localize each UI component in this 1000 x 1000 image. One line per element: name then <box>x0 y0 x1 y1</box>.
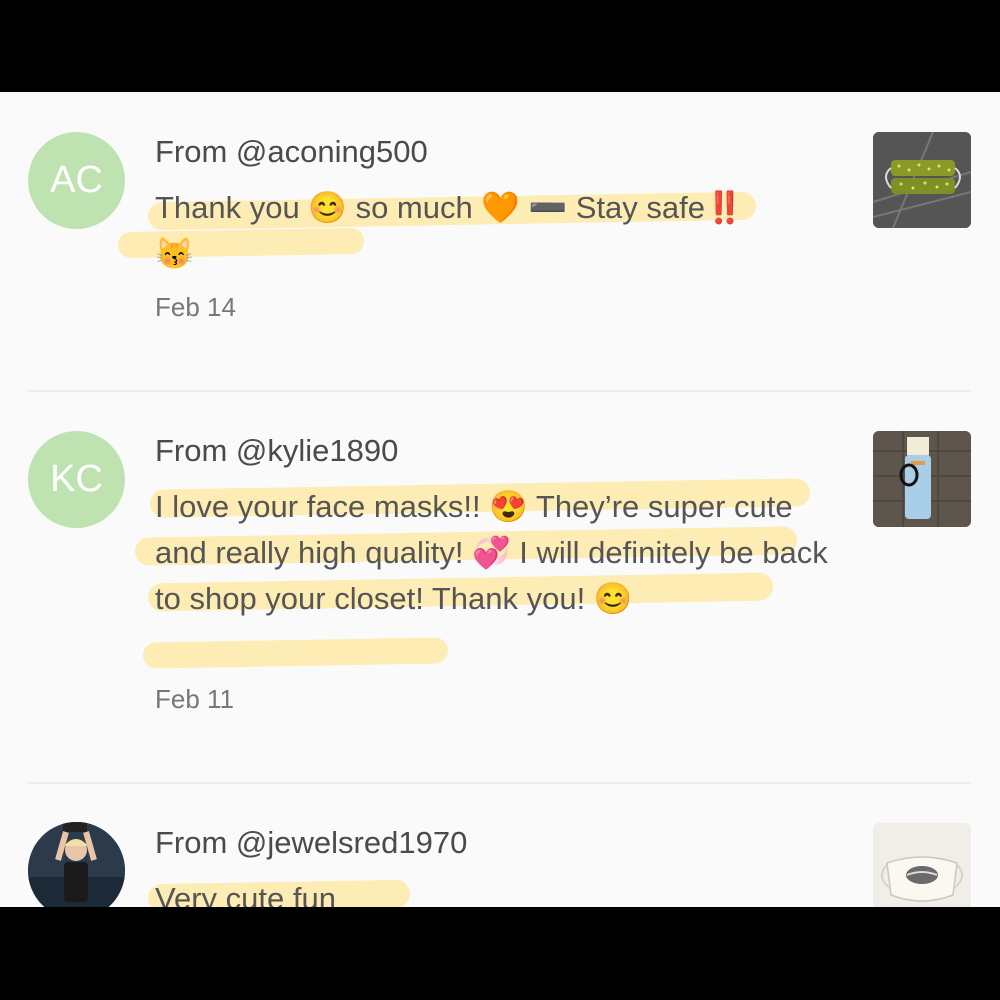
highlight-mark <box>142 637 449 669</box>
review-message: Thank you 😊 so much 🧡 ➖ Stay safe‼️ 😽 <box>155 190 744 271</box>
review-date: Feb 11 <box>155 684 235 714</box>
divider <box>28 390 971 392</box>
review-message: I love your face masks!! 😍 They’re super… <box>155 489 828 616</box>
review-author[interactable]: From @kylie1890 <box>155 433 398 469</box>
avatar[interactable]: KC <box>28 431 125 528</box>
user-photo-icon <box>28 822 125 907</box>
avatar[interactable]: AC <box>28 132 125 229</box>
reviews-screen: AC From @aconing500 Thank you 😊 so much … <box>0 92 1000 907</box>
review-message: Very cute fun <box>155 881 336 907</box>
mask-product-image <box>873 823 971 907</box>
review-author[interactable]: From @jewelsred1970 <box>155 825 467 861</box>
divider <box>28 782 971 784</box>
mask-product-image <box>873 132 971 228</box>
mask-product-image <box>873 431 971 527</box>
product-thumbnail[interactable] <box>873 431 971 527</box>
product-thumbnail[interactable] <box>873 823 971 907</box>
review-date: Feb 14 <box>155 292 236 322</box>
review-author[interactable]: From @aconing500 <box>155 134 428 170</box>
product-thumbnail[interactable] <box>873 132 971 228</box>
avatar-initials: AC <box>50 159 103 201</box>
avatar-initials: KC <box>50 458 103 500</box>
avatar[interactable] <box>28 822 125 907</box>
